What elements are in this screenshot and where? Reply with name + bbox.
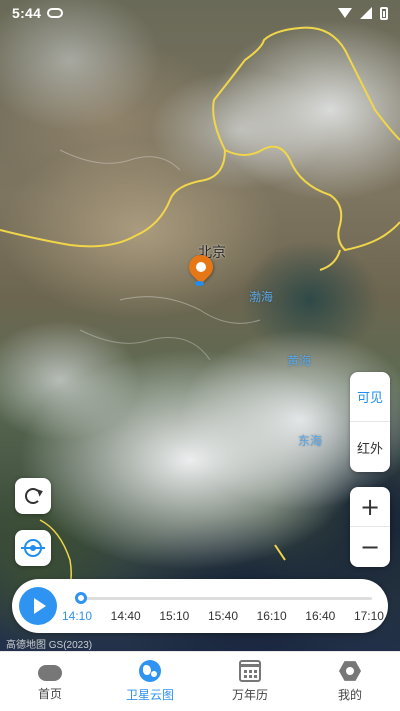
time-tick[interactable]: 14:10 [62,609,92,623]
cloud-icon [38,665,62,681]
wifi-icon [338,8,352,18]
signal-icon [360,7,372,19]
time-tick[interactable]: 14:40 [111,609,141,623]
battery-icon [380,6,388,20]
zoom-in-button[interactable]: + [350,487,390,527]
time-track[interactable] [78,597,372,600]
time-tick[interactable]: 16:40 [305,609,335,623]
locate-icon [21,539,45,557]
time-tick[interactable]: 17:10 [354,609,384,623]
nav-home[interactable]: 首页 [0,652,100,711]
zoom-controls: + − [350,487,390,567]
layer-switcher: 可见 红外 [350,372,390,472]
cloud-sync-icon [47,8,64,18]
time-tick[interactable]: 15:10 [159,609,189,623]
layer-infrared[interactable]: 红外 [350,422,390,472]
nav-label: 首页 [37,687,62,701]
time-tick[interactable]: 15:40 [208,609,238,623]
calendar-icon [239,660,261,682]
nav-satellite[interactable]: 卫星云图 [100,652,200,711]
nav-calendar[interactable]: 万年历 [200,652,300,711]
time-ticks: 14:10 14:40 15:10 15:40 16:10 16:40 17:1… [62,609,384,623]
nav-label: 我的 [337,688,362,702]
zoom-out-button[interactable]: − [350,527,390,567]
locate-button[interactable] [15,530,51,566]
nav-mine[interactable]: 我的 [300,652,400,711]
layer-visible[interactable]: 可见 [350,372,390,422]
sea-label-huanghai: 黄海 [287,354,312,368]
time-tick[interactable]: 16:10 [257,609,287,623]
time-slider: 14:10 14:40 15:10 15:40 16:10 16:40 17:1… [12,579,388,633]
bottom-nav: 首页 卫星云图 万年历 我的 [0,651,400,711]
play-icon [34,598,46,614]
globe-icon [139,660,161,682]
sea-label-donghai: 东海 [298,434,323,448]
marker-dot [195,281,204,286]
border-lines [0,26,400,601]
refresh-icon [25,488,41,504]
satellite-map[interactable] [0,0,400,651]
nav-label: 卫星云图 [125,688,174,702]
status-bar: 5:44 [0,0,400,26]
nav-label: 万年历 [231,688,268,702]
refresh-button[interactable] [15,478,51,514]
time-slider-knob[interactable] [75,592,87,604]
sea-label-bohai: 渤海 [249,290,274,304]
status-time: 5:44 [12,5,42,21]
profile-hex-icon [339,661,361,681]
play-button[interactable] [19,587,57,625]
map-attribution: 高德地图 GS(2023) [6,640,93,651]
